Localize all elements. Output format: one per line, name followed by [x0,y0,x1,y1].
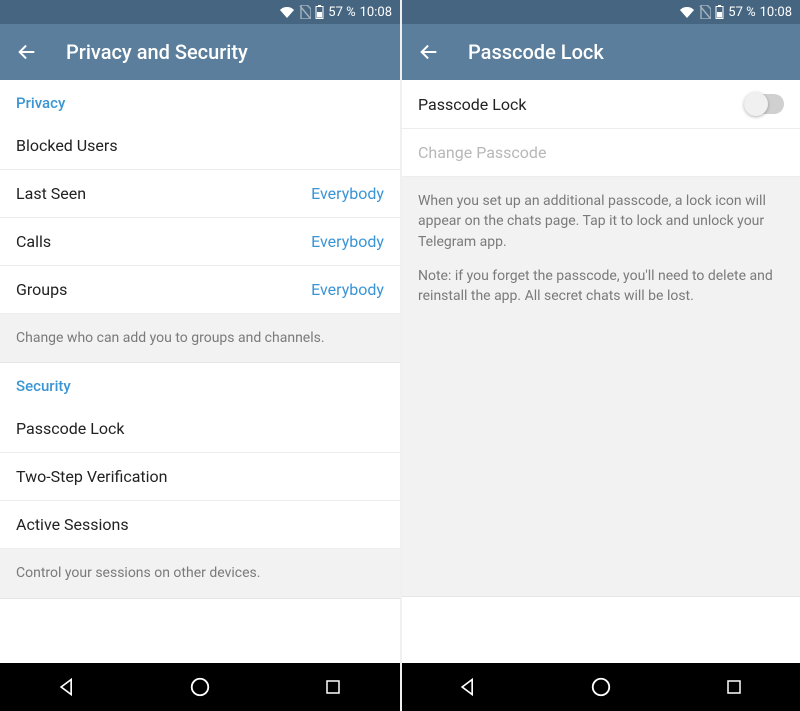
status-time: 10:08 [760,5,792,20]
page-title: Passcode Lock [468,40,604,64]
item-label: Calls [16,232,51,251]
no-sim-icon [699,5,711,19]
android-navbar [402,663,800,711]
content-area: Passcode Lock Change Passcode When you s… [402,80,800,663]
battery-icon [715,5,724,19]
nav-recent-icon[interactable] [303,678,363,696]
no-sim-icon [299,5,311,19]
item-label: Blocked Users [16,136,118,155]
section-header-privacy: Privacy [0,80,400,122]
page-title: Privacy and Security [66,40,248,64]
phone-passcode-lock: 57 % 10:08 Passcode Lock Passcode Lock C… [400,0,800,711]
item-label: Change Passcode [418,143,546,162]
status-time: 10:08 [360,5,392,20]
android-navbar [0,663,400,711]
item-calls[interactable]: Calls Everybody [0,218,400,266]
battery-percent: 57 % [328,5,355,20]
item-value: Everybody [311,280,384,299]
item-label: Active Sessions [16,515,129,534]
item-value: Everybody [311,184,384,203]
item-passcode-lock[interactable]: Passcode Lock [0,405,400,453]
item-active-sessions[interactable]: Active Sessions [0,501,400,549]
app-header: Passcode Lock [402,24,800,80]
helper-para-1: When you set up an additional passcode, … [418,191,784,252]
nav-home-icon[interactable] [170,676,230,698]
helper-para-2: Note: if you forget the passcode, you'll… [418,266,784,307]
app-header: Privacy and Security [0,24,400,80]
item-two-step-verification[interactable]: Two-Step Verification [0,453,400,501]
battery-icon [315,5,324,19]
item-label: Passcode Lock [16,419,124,438]
item-groups[interactable]: Groups Everybody [0,266,400,314]
wifi-icon [279,6,295,18]
helper-groups: Change who can add you to groups and cha… [0,314,400,363]
section-header-security: Security [0,363,400,405]
item-value: Everybody [311,232,384,251]
content-area: Privacy Blocked Users Last Seen Everybod… [0,80,400,663]
item-label: Passcode Lock [418,95,526,114]
wifi-icon [679,6,695,18]
nav-back-icon[interactable] [438,677,498,697]
battery-percent: 57 % [728,5,755,20]
item-change-passcode: Change Passcode [402,129,800,177]
nav-home-icon[interactable] [571,676,631,698]
back-arrow-icon[interactable] [418,41,440,63]
item-label: Two-Step Verification [16,467,168,486]
item-blocked-users[interactable]: Blocked Users [0,122,400,170]
status-bar: 57 % 10:08 [0,0,400,24]
back-arrow-icon[interactable] [16,41,38,63]
item-last-seen[interactable]: Last Seen Everybody [0,170,400,218]
helper-passcode-info: When you set up an additional passcode, … [402,177,800,597]
phone-privacy-security: 57 % 10:08 Privacy and Security Privacy … [0,0,400,711]
status-bar: 57 % 10:08 [402,0,800,24]
nav-recent-icon[interactable] [704,678,764,696]
item-label: Groups [16,280,67,299]
item-passcode-lock-toggle[interactable]: Passcode Lock [402,80,800,129]
helper-sessions: Control your sessions on other devices. [0,549,400,598]
toggle-switch[interactable] [744,94,784,114]
item-label: Last Seen [16,184,86,203]
nav-back-icon[interactable] [37,677,97,697]
